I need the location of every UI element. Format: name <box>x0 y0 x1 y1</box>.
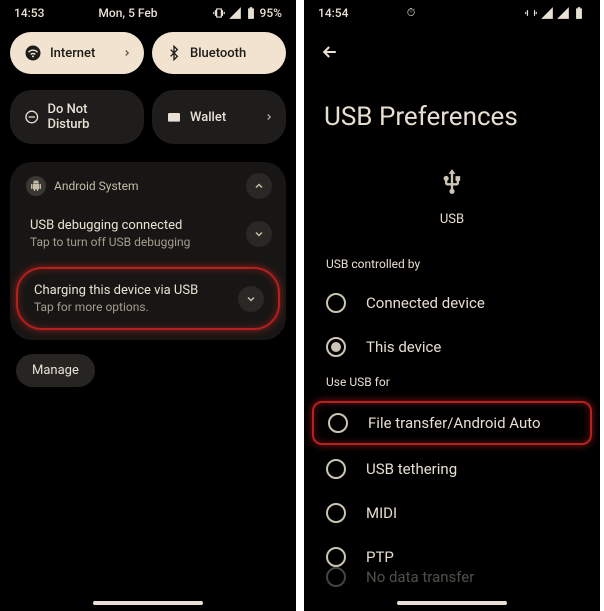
tile-bluetooth[interactable]: Bluetooth <box>152 32 286 74</box>
radio-label: PTP <box>366 548 394 566</box>
right-screenshot: 14:54 ⏱ USB Preferences USB USB controlle… <box>304 0 600 611</box>
expand-button[interactable] <box>246 221 272 247</box>
status-icons <box>524 6 586 20</box>
bluetooth-icon <box>166 45 182 61</box>
expand-button[interactable] <box>238 286 264 312</box>
notification-title: Charging this device via USB <box>34 283 262 298</box>
wifi-icon <box>24 44 42 62</box>
status-time: 14:54 <box>318 6 348 20</box>
collapse-button[interactable] <box>246 173 272 199</box>
radio-label: No data transfer <box>366 568 474 586</box>
radio-no-data-transfer[interactable]: No data transfer <box>304 567 600 587</box>
chevron-right-icon <box>122 48 132 58</box>
chevron-up-icon <box>253 180 265 192</box>
page-title: USB Preferences <box>304 72 600 168</box>
radio-label: USB tethering <box>366 460 457 478</box>
nav-pill[interactable] <box>397 601 507 605</box>
section-label: USB controlled by <box>304 251 600 281</box>
status-time: 14:53 <box>14 6 44 20</box>
battery-icon <box>244 6 258 20</box>
notification-item[interactable]: USB debugging connected Tap to turn off … <box>10 206 286 261</box>
notification-group: Android System USB debugging connected T… <box>10 162 286 340</box>
wallet-icon <box>166 109 182 125</box>
status-bar: 14:53 Mon, 5 Feb 95% <box>0 0 296 24</box>
chevron-down-icon <box>245 293 257 305</box>
notification-subtitle: Tap for more options. <box>34 300 262 314</box>
radio-label: This device <box>366 338 441 356</box>
dnd-icon <box>24 109 39 125</box>
status-icons: 95% <box>212 6 282 20</box>
manage-label: Manage <box>32 363 79 378</box>
usb-label: USB <box>304 208 600 251</box>
vibrate-icon <box>524 6 538 20</box>
android-icon <box>26 176 46 196</box>
back-button[interactable] <box>304 24 600 72</box>
battery-icon <box>572 6 586 20</box>
section-label: Use USB for <box>304 369 600 399</box>
tile-label: Do Not Disturb <box>47 102 130 132</box>
signal-icon <box>556 6 570 20</box>
signal-icon <box>228 6 242 20</box>
status-bar: 14:54 ⏱ <box>304 0 600 24</box>
usb-icon-area <box>304 168 600 208</box>
radio-connected-device[interactable]: Connected device <box>304 281 600 325</box>
tile-dnd[interactable]: Do Not Disturb <box>10 90 144 144</box>
quick-settings-row-2: Do Not Disturb Wallet <box>0 82 296 152</box>
usb-icon <box>438 168 466 196</box>
tile-label: Wallet <box>190 110 226 125</box>
radio-icon <box>326 503 346 523</box>
alarm-icon: ⏱ <box>407 6 416 20</box>
radio-label: MIDI <box>366 504 397 522</box>
app-name: Android System <box>54 179 139 193</box>
radio-label: Connected device <box>366 294 485 312</box>
back-arrow-icon <box>320 42 340 62</box>
radio-icon <box>326 337 346 357</box>
radio-label: File transfer/Android Auto <box>368 414 541 432</box>
battery-percent: 95% <box>260 6 282 20</box>
quick-settings-row-1: Internet Bluetooth <box>0 24 296 82</box>
radio-icon <box>326 567 346 587</box>
vibrate-icon <box>212 6 226 20</box>
tile-internet[interactable]: Internet <box>10 32 144 74</box>
notification-subtitle: Tap to turn off USB debugging <box>30 235 270 249</box>
status-date: Mon, 5 Feb <box>98 6 157 20</box>
radio-midi[interactable]: MIDI <box>304 491 600 535</box>
tile-wallet[interactable]: Wallet <box>152 90 286 144</box>
radio-icon <box>326 459 346 479</box>
radio-icon <box>326 547 346 567</box>
radio-icon <box>328 413 348 433</box>
manage-button[interactable]: Manage <box>16 354 95 387</box>
nav-pill[interactable] <box>93 601 203 605</box>
notification-item-highlighted[interactable]: Charging this device via USB Tap for mor… <box>16 267 280 330</box>
tile-label: Internet <box>50 46 95 61</box>
chevron-down-icon <box>253 228 265 240</box>
left-screenshot: 14:53 Mon, 5 Feb 95% Internet Bluetooth … <box>0 0 296 611</box>
notification-title: USB debugging connected <box>30 218 270 233</box>
radio-this-device[interactable]: This device <box>304 325 600 369</box>
radio-usb-tethering[interactable]: USB tethering <box>304 447 600 491</box>
radio-file-transfer-highlighted[interactable]: File transfer/Android Auto <box>312 401 592 445</box>
chevron-right-icon <box>264 112 274 122</box>
radio-icon <box>326 293 346 313</box>
tile-label: Bluetooth <box>190 46 246 61</box>
notification-header[interactable]: Android System <box>10 166 286 206</box>
signal-icon <box>540 6 554 20</box>
